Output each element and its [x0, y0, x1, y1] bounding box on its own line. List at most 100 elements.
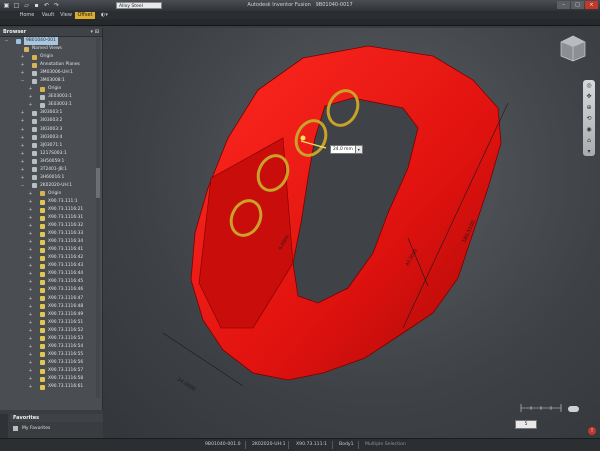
tree-node[interactable]: + X90.73.1116:33 [0, 230, 100, 238]
tree-node[interactable]: + X90.73.1116:53 [0, 335, 100, 343]
expand-toggle-icon[interactable]: + [28, 359, 33, 367]
expand-toggle-icon[interactable]: + [28, 222, 33, 230]
tree-node[interactable]: + X90.73.1116:45 [0, 278, 100, 286]
expand-toggle-icon[interactable]: + [28, 343, 33, 351]
pan-icon[interactable]: ✥ [583, 91, 595, 102]
tab-home[interactable]: Home [18, 12, 36, 19]
graphics-viewport[interactable]: 24.0000 180.5100 6.0000 43.0000 [103, 28, 600, 438]
tree-node[interactable]: + X90.73.1116:42 [0, 254, 100, 262]
tree-node[interactable]: + X90.73.1116:47 [0, 295, 100, 303]
tree-node[interactable]: +3M03006-UH:1 [0, 69, 100, 77]
viewcube-icon[interactable] [559, 34, 587, 62]
tree-node[interactable]: +3H50059:1 [0, 158, 100, 166]
tree-node[interactable]: + X90.73.1116:56 [0, 359, 100, 367]
dimension-input[interactable]: 24.0 mm ▾ [330, 144, 363, 154]
expand-toggle-icon[interactable]: + [28, 375, 33, 383]
tree-node[interactable]: + Origin [0, 190, 100, 198]
expand-toggle-icon[interactable]: + [28, 270, 33, 278]
scrollbar-thumb[interactable] [96, 168, 100, 198]
tree-node[interactable]: + X90.73.1116:44 [0, 270, 100, 278]
tree-node[interactable]: + X90.73.1116:21 [0, 206, 100, 214]
close-button[interactable]: × [585, 1, 598, 9]
expand-toggle-icon[interactable]: + [20, 117, 25, 125]
browser-scrollbar[interactable] [96, 38, 100, 398]
expand-toggle-icon[interactable]: + [28, 254, 33, 262]
panel-collapse-bar[interactable] [0, 414, 8, 438]
nav-options-icon[interactable]: ▾ [583, 146, 595, 157]
expand-toggle-icon[interactable]: − [20, 77, 25, 85]
dimension-value-field[interactable]: 24.0 mm [330, 144, 356, 154]
browser-controls[interactable]: ▾ ⊡ [91, 28, 99, 36]
tree-node[interactable]: + Origin [0, 53, 100, 61]
tree-node[interactable]: + X90.73.1116:61 [0, 383, 100, 391]
expand-toggle-icon[interactable]: + [20, 142, 25, 150]
steering-wheel-icon[interactable]: ◎ [583, 80, 595, 91]
tree-node[interactable]: + X90.73.1116:52 [0, 327, 100, 335]
expand-toggle-icon[interactable]: + [20, 69, 25, 77]
expand-toggle-icon[interactable]: + [28, 311, 33, 319]
expand-toggle-icon[interactable]: + [28, 351, 33, 359]
tree-node[interactable]: − 3M03008:1 [0, 77, 100, 85]
expand-toggle-icon[interactable]: + [28, 367, 33, 375]
minimize-button[interactable]: – [557, 1, 570, 9]
expand-toggle-icon[interactable]: + [20, 134, 25, 142]
scale-value-box[interactable]: 5 [515, 420, 537, 429]
tree-node[interactable]: +3J03071:1 [0, 142, 100, 150]
expand-toggle-icon[interactable]: + [28, 238, 33, 246]
tree-node[interactable]: + X90.73.1116:31 [0, 214, 100, 222]
tree-node[interactable]: + X90.73.1116:46 [0, 286, 100, 294]
tree-node[interactable]: − 2K02020-UH:1 [0, 182, 100, 190]
favorites-item[interactable]: My Favorites [10, 424, 102, 433]
expand-toggle-icon[interactable]: + [28, 93, 33, 101]
expand-toggle-icon[interactable]: + [28, 303, 33, 311]
expand-toggle-icon[interactable]: + [28, 206, 33, 214]
tree-node[interactable]: + X90.73.1116:34 [0, 238, 100, 246]
maximize-button[interactable]: □ [571, 1, 584, 9]
expand-toggle-icon[interactable]: + [20, 150, 25, 158]
expand-toggle-icon[interactable]: + [28, 262, 33, 270]
tree-node[interactable]: + X90.73.1116:58 [0, 375, 100, 383]
expand-toggle-icon[interactable]: + [20, 109, 25, 117]
expand-toggle-icon[interactable]: + [28, 230, 33, 238]
expand-toggle-icon[interactable]: − [4, 37, 9, 45]
tree-node[interactable]: +3I03003:4 [0, 134, 100, 142]
look-at-icon[interactable]: ◉ [583, 124, 595, 135]
expand-toggle-icon[interactable]: + [28, 383, 33, 391]
tree-node[interactable]: +3E03003:1 [0, 101, 100, 109]
expand-toggle-icon[interactable]: + [28, 319, 33, 327]
expand-toggle-icon[interactable]: + [28, 286, 33, 294]
tree-node[interactable]: + X90.73.1116:57 [0, 367, 100, 375]
tree-node[interactable]: + Origin [0, 85, 100, 93]
tree-node[interactable]: +3E03003:1 [0, 93, 100, 101]
tree-node[interactable]: Named Views [0, 45, 100, 53]
tree-node[interactable]: + X90.73.1116:55 [0, 351, 100, 359]
expand-toggle-icon[interactable]: + [28, 335, 33, 343]
tree-node[interactable]: +1217S003:1 [0, 150, 100, 158]
tree-node[interactable]: +3I03003:1 [0, 109, 100, 117]
ribbon-toggle-icon[interactable]: ◐▾ [101, 12, 108, 18]
tab-vault[interactable]: Vault [39, 12, 57, 19]
tree-node[interactable]: − 9B01040-001 [0, 37, 100, 46]
expand-toggle-icon[interactable]: − [20, 182, 25, 190]
expand-toggle-icon[interactable]: + [20, 166, 25, 174]
toggle-switch-icon[interactable] [568, 406, 579, 412]
expand-toggle-icon[interactable]: + [20, 126, 25, 134]
expand-toggle-icon[interactable]: + [28, 278, 33, 286]
tree-node[interactable]: + Annotation Planes [0, 61, 100, 69]
tree-node[interactable]: +3H60016:1 [0, 174, 100, 182]
expand-toggle-icon[interactable]: + [28, 190, 33, 198]
tree-node[interactable]: + X90.73.1116:43 [0, 262, 100, 270]
tree-node[interactable]: + X90.73.111:1 [0, 198, 100, 206]
alert-icon[interactable]: ! [588, 427, 596, 435]
expand-toggle-icon[interactable]: + [20, 53, 25, 61]
tree-node[interactable]: +3T2401-JB:1 [0, 166, 100, 174]
expand-toggle-icon[interactable]: + [20, 61, 25, 69]
tree-node[interactable]: + X90.73.1116:48 [0, 303, 100, 311]
home-view-icon[interactable]: ⌂ [583, 135, 595, 146]
expand-toggle-icon[interactable]: + [28, 85, 33, 93]
expand-toggle-icon[interactable]: + [28, 295, 33, 303]
expand-toggle-icon[interactable]: + [20, 174, 25, 182]
tree-node[interactable]: + X90.73.1116:41 [0, 246, 100, 254]
expand-toggle-icon[interactable]: + [28, 246, 33, 254]
expand-toggle-icon[interactable]: + [28, 327, 33, 335]
